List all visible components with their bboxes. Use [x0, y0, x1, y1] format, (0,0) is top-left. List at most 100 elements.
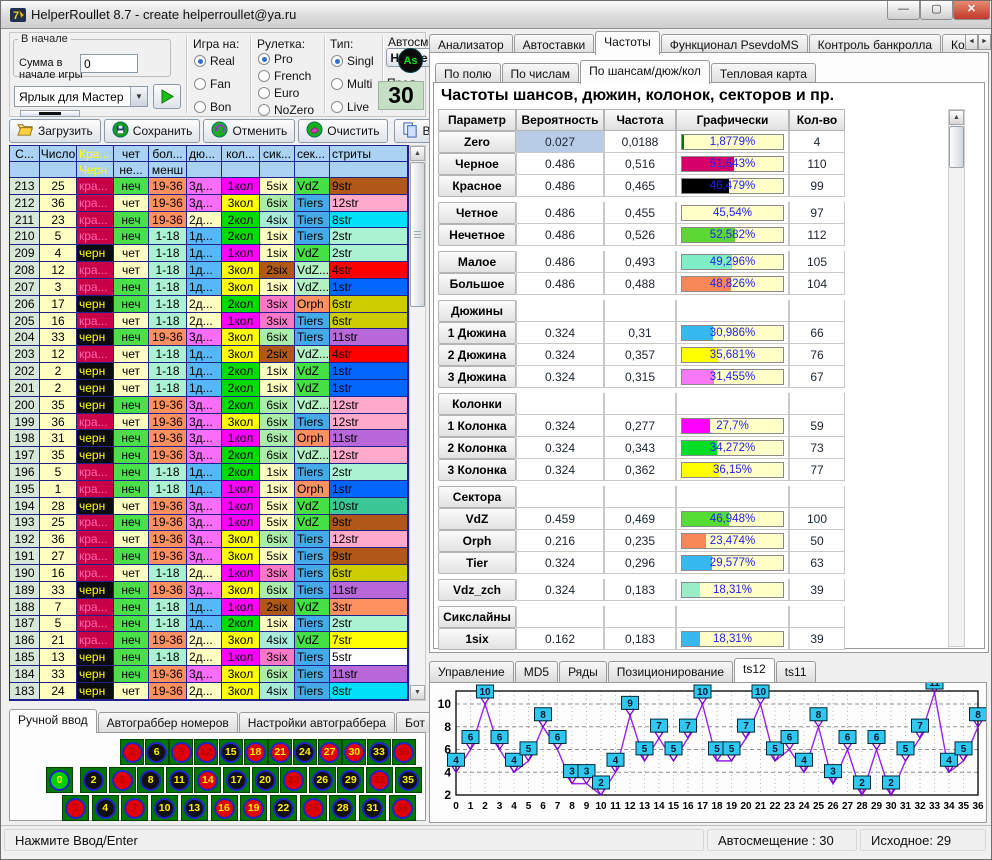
number-cell-1[interactable]: 1: [62, 795, 89, 821]
table-cell[interactable]: кра...: [77, 212, 114, 229]
table-cell[interactable]: 1кол: [222, 430, 260, 447]
table-cell[interactable]: Tiers: [295, 649, 330, 666]
table-cell[interactable]: 4six: [260, 212, 295, 229]
table-cell[interactable]: 188: [10, 599, 40, 616]
table-cell[interactable]: 2: [40, 363, 77, 380]
table-cell[interactable]: VdZ...: [295, 346, 330, 363]
table-cell[interactable]: 1кол: [222, 481, 260, 498]
table-cell[interactable]: черн: [77, 666, 114, 683]
table-cell[interactable]: 4str: [330, 262, 408, 279]
table-cell[interactable]: 1д...: [187, 616, 222, 633]
table-cell[interactable]: 3str: [330, 599, 408, 616]
table-cell[interactable]: кра...: [77, 531, 114, 548]
radio-type-live[interactable]: Live: [331, 100, 374, 114]
table-cell[interactable]: черн: [77, 380, 114, 397]
очистить-button[interactable]: Очистить: [298, 119, 387, 143]
table-cell[interactable]: 3д...: [187, 515, 222, 532]
table-cell[interactable]: 1str: [330, 279, 408, 296]
table-cell[interactable]: 207: [10, 279, 40, 296]
table-cell[interactable]: 2д...: [187, 632, 222, 649]
table-cell[interactable]: черн: [77, 296, 114, 313]
number-cell-0[interactable]: 0: [46, 767, 73, 793]
table-cell[interactable]: 183: [10, 683, 40, 700]
table-cell[interactable]: 12str: [330, 195, 408, 212]
table-cell[interactable]: 28: [40, 498, 77, 515]
tab-автограббер-номеров[interactable]: Автограббер номеров: [98, 712, 238, 733]
table-cell[interactable]: 1д...: [187, 346, 222, 363]
table-cell[interactable]: 2str: [330, 616, 408, 633]
table-cell[interactable]: 1кол: [222, 178, 260, 195]
отменить-button[interactable]: Отменить: [203, 119, 295, 143]
table-cell[interactable]: 6six: [260, 447, 295, 464]
table-cell[interactable]: 196: [10, 464, 40, 481]
table-cell[interactable]: 1д...: [187, 279, 222, 296]
freq-param-cell[interactable]: Сикслайны: [438, 606, 516, 628]
table-cell[interactable]: неч: [114, 430, 149, 447]
table-cell[interactable]: 19-36: [149, 447, 187, 464]
table-cell[interactable]: чет: [114, 565, 149, 582]
table-cell[interactable]: 6six: [260, 531, 295, 548]
number-cell-13[interactable]: 13: [181, 795, 208, 821]
number-cell-23[interactable]: 23: [280, 767, 307, 793]
maximize-button[interactable]: ▢: [920, 1, 953, 20]
table-cell[interactable]: 1-18: [149, 279, 187, 296]
table-cell[interactable]: VdZ: [295, 599, 330, 616]
table-cell[interactable]: 2кол: [222, 380, 260, 397]
table-cell[interactable]: 2д...: [187, 565, 222, 582]
number-cell-35[interactable]: 35: [395, 767, 422, 793]
table-cell[interactable]: 19-36: [149, 414, 187, 431]
table-cell[interactable]: 1str: [330, 363, 408, 380]
сохранить-button[interactable]: Сохранить: [104, 119, 201, 143]
table-cell[interactable]: VdZ: [295, 380, 330, 397]
table-cell[interactable]: 11str: [330, 430, 408, 447]
table-cell[interactable]: неч: [114, 632, 149, 649]
table-cell[interactable]: кра...: [77, 228, 114, 245]
table-cell[interactable]: кра...: [77, 548, 114, 565]
table-cell[interactable]: 197: [10, 447, 40, 464]
table-cell[interactable]: 1д...: [187, 363, 222, 380]
table-cell[interactable]: Tiers: [295, 683, 330, 700]
table-cell[interactable]: 1кол: [222, 515, 260, 532]
table-cell[interactable]: 12: [40, 346, 77, 363]
table-cell[interactable]: неч: [114, 228, 149, 245]
table-cell[interactable]: 9str: [330, 548, 408, 565]
table-cell[interactable]: 1six: [260, 481, 295, 498]
table-cell[interactable]: 19-36: [149, 632, 187, 649]
table-cell[interactable]: 2str: [330, 245, 408, 262]
tab-управление[interactable]: Управление: [429, 661, 514, 682]
preset-dropdown[interactable]: Ярлык для Мастер ▼: [14, 86, 148, 107]
table-cell[interactable]: Tiers: [295, 464, 330, 481]
table-cell[interactable]: 19-36: [149, 683, 187, 700]
table-cell[interactable]: черн: [77, 498, 114, 515]
table-cell[interactable]: 33: [40, 582, 77, 599]
table-cell[interactable]: 1-18: [149, 346, 187, 363]
table-cell[interactable]: 205: [10, 313, 40, 330]
table-cell[interactable]: 1д...: [187, 228, 222, 245]
table-cell[interactable]: чет: [114, 683, 149, 700]
table-cell[interactable]: неч: [114, 666, 149, 683]
table-cell[interactable]: кра...: [77, 313, 114, 330]
table-cell[interactable]: 204: [10, 329, 40, 346]
table-cell[interactable]: VdZ: [295, 363, 330, 380]
table-cell[interactable]: чет: [114, 380, 149, 397]
table-cell[interactable]: 8str: [330, 212, 408, 229]
table-cell[interactable]: VdZ: [295, 515, 330, 532]
table-cell[interactable]: черн: [77, 683, 114, 700]
table-cell[interactable]: Orph: [295, 481, 330, 498]
table-cell[interactable]: 1six: [260, 363, 295, 380]
table-cell[interactable]: 33: [40, 329, 77, 346]
tab-ряды[interactable]: Ряды: [559, 661, 607, 682]
table-cell[interactable]: 191: [10, 548, 40, 565]
table-cell[interactable]: 4six: [260, 683, 295, 700]
table-cell[interactable]: 3кол: [222, 279, 260, 296]
table-cell[interactable]: 194: [10, 498, 40, 515]
freq-param-cell[interactable]: Vdz_zch: [438, 579, 516, 601]
table-cell[interactable]: 5six: [260, 515, 295, 532]
table-cell[interactable]: кра...: [77, 262, 114, 279]
table-cell[interactable]: 9str: [330, 178, 408, 195]
table-cell[interactable]: Tiers: [295, 195, 330, 212]
table-cell[interactable]: неч: [114, 616, 149, 633]
table-cell[interactable]: чет: [114, 531, 149, 548]
table-cell[interactable]: Tiers: [295, 616, 330, 633]
table-cell[interactable]: 195: [10, 481, 40, 498]
